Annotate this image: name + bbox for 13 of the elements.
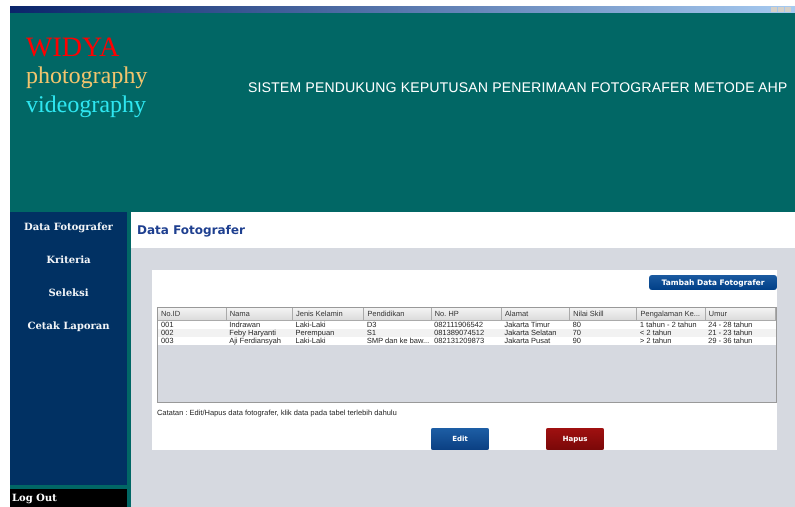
maximize-icon[interactable] (778, 7, 784, 12)
logout-button[interactable]: Log Out (10, 485, 127, 507)
brand-tagline: photography (26, 62, 148, 91)
app-title: SISTEM PENDUKUNG KEPUTUSAN PENERIMAAN FOTOGRAFER METODE AHP (248, 79, 788, 95)
sidebar-item[interactable]: Cetak Laporan (27, 321, 110, 354)
brand-name: WIDYA (26, 33, 120, 62)
sidebar-item[interactable]: Data Fotografer (24, 222, 113, 255)
brand-tagline: videography (26, 91, 147, 120)
close-icon[interactable] (785, 7, 791, 12)
page-title: Data Fotografer (137, 223, 245, 237)
minimize-icon[interactable] (771, 7, 777, 12)
sidebar-item[interactable]: Seleksi (48, 288, 89, 321)
sidebar-item[interactable]: Kriteria (46, 255, 91, 288)
